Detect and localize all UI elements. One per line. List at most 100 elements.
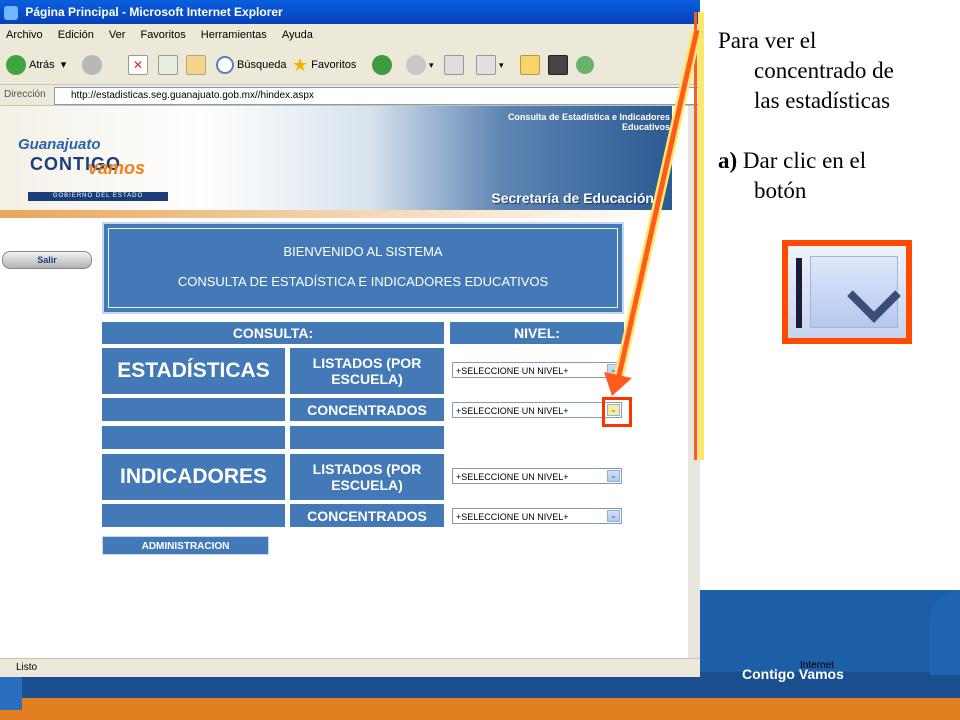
home-icon xyxy=(186,55,206,75)
star-icon: ★ xyxy=(292,55,309,75)
dropdown-arrow-icon: ▾ xyxy=(60,59,67,71)
print-button[interactable] xyxy=(444,52,464,78)
refresh-button[interactable] xyxy=(158,52,178,78)
edit-button[interactable]: ▾ xyxy=(476,52,504,78)
mail-button[interactable]: ▾ xyxy=(406,52,434,78)
select-value: +SELECCIONE UN NIVEL+ xyxy=(456,406,569,416)
favorites-label: Favoritos xyxy=(311,59,357,71)
ie-icon xyxy=(4,5,18,20)
back-label: Atrás xyxy=(29,59,55,71)
folder-icon xyxy=(520,55,540,75)
indicadores-listados-select[interactable]: +SELECCIONE UN NIVEL+ ⌄ xyxy=(452,468,622,484)
administracion-button[interactable]: ADMINISTRACION xyxy=(102,536,269,555)
indicadores-concentrados-select[interactable]: +SELECCIONE UN NIVEL+ ⌄ xyxy=(452,508,622,524)
stop-button[interactable]: ✕ xyxy=(128,52,148,78)
callout-line3: las estadísticas xyxy=(754,88,891,113)
callout-step-text2: botón xyxy=(754,178,807,203)
logo-top-text: Guanajuato xyxy=(18,136,101,153)
people-icon xyxy=(576,56,594,74)
banner-consulta-line1: Consulta de Estadística e Indicadores xyxy=(507,112,670,122)
banner-consulta-line2: Educativos xyxy=(621,122,670,132)
select-value: +SELECCIONE UN NIVEL+ xyxy=(456,366,569,376)
banner-secretaria: Secretaría de Educación xyxy=(491,190,654,206)
status-bar: Listo xyxy=(0,658,700,677)
folder-button[interactable] xyxy=(520,52,540,78)
window-titlebar: Página Principal - Microsoft Internet Ex… xyxy=(0,0,700,24)
page-content: Guanajuato CONTIGO vamos GOBIERNO DEL ES… xyxy=(0,106,688,658)
address-input[interactable]: http://estadisticas.seg.guanajuato.gob.m… xyxy=(54,87,712,105)
favorites-button[interactable]: ★ Favoritos xyxy=(292,52,356,78)
discuss-button[interactable] xyxy=(576,52,594,78)
banner-bottom-strip xyxy=(0,210,672,218)
history-icon xyxy=(372,55,392,75)
callout-step: a) Dar clic en el xyxy=(718,146,948,176)
home-button[interactable] xyxy=(186,52,206,78)
callout-line1: Para ver el xyxy=(718,28,817,53)
callout-step-text: Dar clic en el xyxy=(742,148,867,173)
estadisticas-label: ESTADÍSTICAS xyxy=(102,348,285,394)
status-zone: Internet xyxy=(800,660,834,671)
forward-button[interactable] xyxy=(82,52,105,78)
logo-gov-text: GOBIERNO DEL ESTADO xyxy=(28,192,168,201)
menu-bar: Archivo Edición Ver Favoritos Herramient… xyxy=(0,24,700,47)
callout-button-image xyxy=(782,240,912,344)
estadisticas-concentrados-select[interactable]: +SELECCIONE UN NIVEL+ ⌄ xyxy=(452,402,622,418)
welcome-panel: BIENVENIDO AL SISTEMA CONSULTA DE ESTADÍ… xyxy=(102,222,624,314)
welcome-inner-border xyxy=(108,228,618,308)
callout-line2: concentrado de xyxy=(754,58,894,83)
menu-item-edicion[interactable]: Edición xyxy=(58,29,94,41)
welcome-line2: CONSULTA DE ESTADÍSTICA E INDICADORES ED… xyxy=(177,274,549,289)
forward-arrow-icon xyxy=(82,55,102,75)
refresh-icon xyxy=(158,55,178,75)
address-bar: Dirección http://estadisticas.seg.guanaj… xyxy=(0,85,712,106)
estadisticas-concentrados-label: CONCENTRADOS xyxy=(290,398,444,421)
browser-window: Página Principal - Microsoft Internet Ex… xyxy=(0,0,712,677)
chevron-down-icon[interactable]: ⌄ xyxy=(607,364,620,376)
highlight-box xyxy=(602,397,632,427)
messenger-button[interactable] xyxy=(548,52,568,78)
address-label: Dirección xyxy=(4,89,46,100)
menu-item-herramientas[interactable]: Herramientas xyxy=(201,29,267,41)
history-button[interactable] xyxy=(372,52,395,78)
callout-text: Para ver el concentrado de las estadísti… xyxy=(718,26,948,206)
callout-dark-edge xyxy=(796,258,802,328)
chevron-down-icon[interactable]: ⌄ xyxy=(607,510,620,522)
mail-icon xyxy=(406,55,426,75)
toolbar: Atrás ▾ ✕ Búsqueda ★ Favoritos ▾ ▾ xyxy=(0,46,700,85)
header-banner: Guanajuato CONTIGO vamos GOBIERNO DEL ES… xyxy=(0,106,672,216)
search-button[interactable]: Búsqueda xyxy=(216,52,287,78)
menu-item-favoritos[interactable]: Favoritos xyxy=(140,29,185,41)
slide-orange-strip xyxy=(0,698,960,720)
indicadores-concentrados-label: CONCENTRADOS xyxy=(290,504,444,527)
consulta-header: CONSULTA: xyxy=(102,322,444,344)
menu-item-archivo[interactable]: Archivo xyxy=(6,29,43,41)
back-button[interactable]: Atrás ▾ xyxy=(6,52,66,78)
search-label: Búsqueda xyxy=(237,59,287,71)
callout-divider xyxy=(694,12,697,460)
menu-item-ayuda[interactable]: Ayuda xyxy=(282,29,313,41)
indicadores-listados-label: LISTADOS (POR ESCUELA) xyxy=(290,454,444,500)
salir-button[interactable]: Salir xyxy=(2,251,92,269)
logo-script-text: vamos xyxy=(88,158,146,178)
estadisticas-blank-cell xyxy=(102,398,285,421)
indicadores-label: INDICADORES xyxy=(102,454,285,500)
status-text: Listo xyxy=(16,662,38,673)
indicadores-blank-cell xyxy=(102,504,285,527)
blank-cell-left xyxy=(102,426,285,449)
banner-consulta: Consulta de Estadística e Indicadores Ed… xyxy=(460,112,670,132)
callout-step-letter: a) xyxy=(718,148,738,173)
menu-item-ver[interactable]: Ver xyxy=(109,29,126,41)
back-arrow-icon xyxy=(6,55,26,75)
select-value: +SELECCIONE UN NIVEL+ xyxy=(456,512,569,522)
chevron-down-icon xyxy=(847,269,901,323)
print-icon xyxy=(444,55,464,75)
estadisticas-listados-select[interactable]: +SELECCIONE UN NIVEL+ ⌄ xyxy=(452,362,622,378)
welcome-line1: BIENVENIDO AL SISTEMA xyxy=(283,244,443,259)
nivel-header: NIVEL: xyxy=(450,322,624,344)
guanajuato-logo: Guanajuato CONTIGO vamos GOBIERNO DEL ES… xyxy=(18,128,168,208)
blank-cell-mid xyxy=(290,426,444,449)
chevron-down-icon[interactable]: ⌄ xyxy=(607,470,620,482)
callout-dropdown-button xyxy=(810,256,901,328)
window-title: Página Principal - Microsoft Internet Ex… xyxy=(25,5,283,19)
search-icon xyxy=(216,56,234,74)
